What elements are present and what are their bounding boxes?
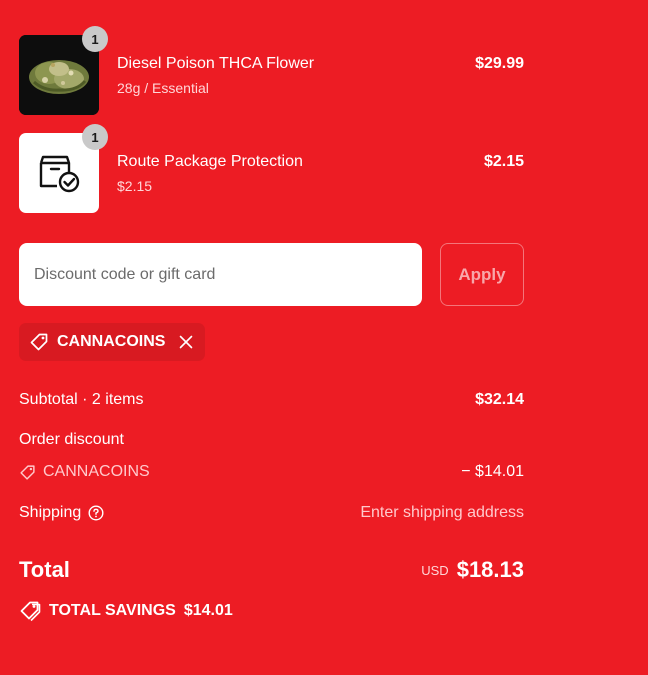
shipping-label: Shipping [19,504,82,521]
order-discount-row: Order discount [19,431,524,449]
subtotal-value: $32.14 [475,391,524,408]
subtotal-label: Subtotal · 2 items [19,391,144,408]
total-currency: USD [421,562,449,578]
item-variant: $2.15 [117,178,153,194]
total-label: Total [19,557,70,582]
tag-icon [19,600,41,622]
apply-discount-button[interactable]: Apply [440,243,524,306]
total-savings-row: TOTAL SAVINGS $14.01 [19,600,524,622]
line-item-route-protection: 1 Route Package Protection $2.15 $2.15 [19,124,524,213]
product-thumbnail: 1 [19,124,108,213]
discount-code-name: CANNACOINS [43,463,150,480]
shipping-label-group: Shipping [19,504,104,522]
quantity-badge: 1 [82,26,108,52]
item-name: Diesel Poison THCA Flower [117,55,315,72]
applied-code-label: CANNACOINS [57,333,166,350]
shipping-value: Enter shipping address [360,504,524,521]
package-check-icon [39,155,80,193]
tag-icon [19,464,36,481]
tag-icon [29,332,49,352]
order-discount-label: Order discount [19,431,124,448]
shipping-row: Shipping Enter shipping address [19,504,524,522]
total-value: $18.13 [456,557,524,582]
discount-code-row: CANNACOINS − $14.01 [19,463,524,481]
total-amount: USD $18.13 [421,557,524,583]
quantity-badge: 1 [82,124,108,150]
discount-code-input[interactable] [19,243,422,306]
close-icon[interactable] [179,335,193,349]
item-price: $2.15 [483,153,524,170]
discount-code-line: CANNACOINS [19,463,150,481]
product-thumbnail: 1 [19,26,108,115]
item-price: $29.99 [475,55,524,72]
item-name: Route Package Protection [117,153,303,170]
applied-discount-chip: CANNACOINS [19,323,206,361]
savings-label: TOTAL SAVINGS [49,602,176,619]
subtotal-row: Subtotal · 2 items $32.14 [19,391,524,409]
help-icon[interactable] [88,505,104,521]
line-item-diesel-poison: 1 Diesel Poison THCA Flower 28g / Essent… [19,26,524,115]
discount-value: − $14.01 [461,463,524,480]
item-variant: 28g / Essential [117,80,209,96]
savings-value: $14.01 [183,602,233,619]
total-row: Total USD $18.13 [19,557,524,583]
